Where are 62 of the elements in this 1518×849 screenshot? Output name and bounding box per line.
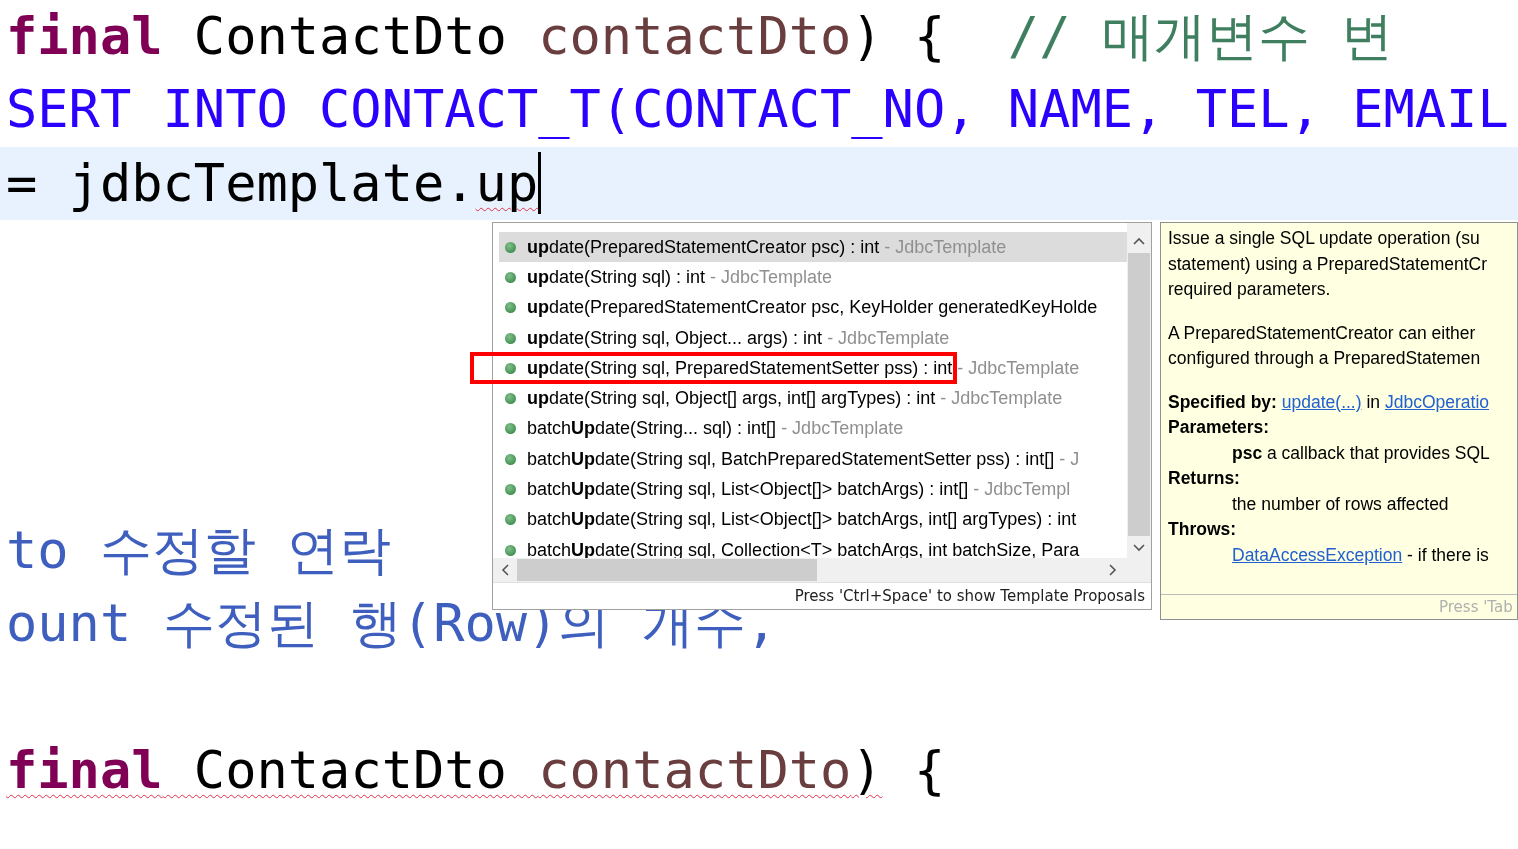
doc-text: a callback that provides SQL — [1266, 442, 1490, 463]
scroll-down-icon[interactable] — [1133, 544, 1145, 552]
method-icon — [505, 332, 516, 344]
method-icon — [505, 271, 516, 283]
doc-heading: Returns: — [1168, 467, 1241, 490]
code-text: // 매개변수 변 — [1007, 6, 1394, 67]
code-text: ) — [851, 740, 883, 801]
popup-hint: Press 'Ctrl+Space' to show Template Proposals — [794, 587, 1145, 605]
code-text: final — [6, 6, 163, 67]
method-icon — [505, 514, 516, 526]
proposal-item[interactable]: update(PreparedStatementCreator psc, KeyHolder generatedKeyHolde — [499, 292, 1127, 323]
method-icon — [505, 453, 516, 465]
proposal-item[interactable]: batchUpdate(String sql, List<Object[]> batchArgs, int[] argTypes) : int — [499, 504, 1127, 535]
doc-text: Issue a single SQL update operation (su — [1168, 227, 1481, 250]
proposal-item[interactable]: update(String sql) : int - JdbcTemplate — [499, 262, 1127, 293]
proposal-item[interactable]: update(PreparedStatementCreator psc) : int - JdbcTemplate — [499, 232, 1127, 263]
doc-link[interactable]: JdbcOperatio — [1384, 391, 1490, 412]
scroll-left-icon[interactable] — [501, 564, 509, 576]
vertical-scrollbar[interactable] — [1127, 223, 1151, 558]
code-text: to 수정할 연락 — [6, 520, 392, 581]
proposal-item[interactable]: batchUpdate(String sql, List<Object[]> batchArgs) : int[] - JdbcTempl — [499, 474, 1127, 505]
scrollbar-thumb[interactable] — [517, 559, 817, 581]
param-name: psc — [1232, 442, 1263, 463]
scroll-up-icon[interactable] — [1133, 237, 1145, 245]
proposal-item[interactable]: batchUpdate(String sql, BatchPreparedStatementSetter pss) : int[] - J — [499, 444, 1127, 475]
horizontal-scrollbar[interactable] — [493, 558, 1151, 582]
code-text: up — [475, 153, 539, 214]
code-text: ContactDto — [192, 6, 508, 67]
method-icon — [505, 544, 516, 556]
scrollbar-thumb[interactable] — [1128, 253, 1150, 536]
doc-text: configured through a PreparedStatemen — [1168, 347, 1482, 370]
doc-hint: Press 'Tab — [1439, 598, 1513, 616]
doc-heading: Throws: — [1168, 518, 1238, 541]
doc-link[interactable]: update(...) — [1281, 391, 1362, 412]
code-text: = jdbcTemplate. — [6, 153, 476, 214]
doc-heading: Specified by: — [1168, 391, 1277, 412]
proposal-item[interactable]: update(String sql, PreparedStatementSetter pss) : int - JdbcTemplate — [499, 353, 1127, 384]
code-text: final — [6, 740, 163, 801]
method-icon — [505, 393, 516, 405]
code-text: contactDto — [538, 6, 852, 67]
doc-text: required parameters. — [1168, 278, 1332, 301]
doc-link[interactable]: DataAccessException — [1232, 544, 1403, 565]
proposal-item[interactable]: batchUpdate(String... sql) : int[] - JdbcTemplate — [499, 413, 1127, 445]
proposal-item[interactable]: update(String sql, Object[] args, int[] argTypes) : int - JdbcTemplate — [499, 383, 1127, 414]
doc-text: - if there is — [1406, 544, 1489, 565]
method-icon — [505, 484, 516, 495]
code-text: SERT INTO CONTACT_T(CONTACT_NO, NAME, TEL, EMAIL — [6, 80, 1509, 140]
scroll-right-icon[interactable] — [1109, 564, 1117, 576]
code-text: ContactDto — [192, 740, 508, 801]
doc-text: the number of rows affected — [1231, 492, 1450, 516]
method-icon — [505, 241, 516, 253]
doc-text: statement) using a PreparedStatementCr — [1168, 252, 1489, 276]
method-icon — [505, 302, 516, 314]
doc-text: in — [1365, 391, 1382, 412]
doc-heading: Parameters: — [1168, 416, 1271, 439]
proposal-item[interactable]: update(String sql, Object... args) : int - JdbcTemplate — [499, 322, 1127, 354]
code-text: { — [912, 740, 946, 801]
doc-text: A PreparedStatementCreator can either — [1168, 321, 1477, 345]
method-icon — [505, 362, 516, 374]
code-text: contactDto — [538, 740, 852, 801]
code-text: ) { — [851, 6, 947, 67]
method-icon — [505, 423, 516, 435]
